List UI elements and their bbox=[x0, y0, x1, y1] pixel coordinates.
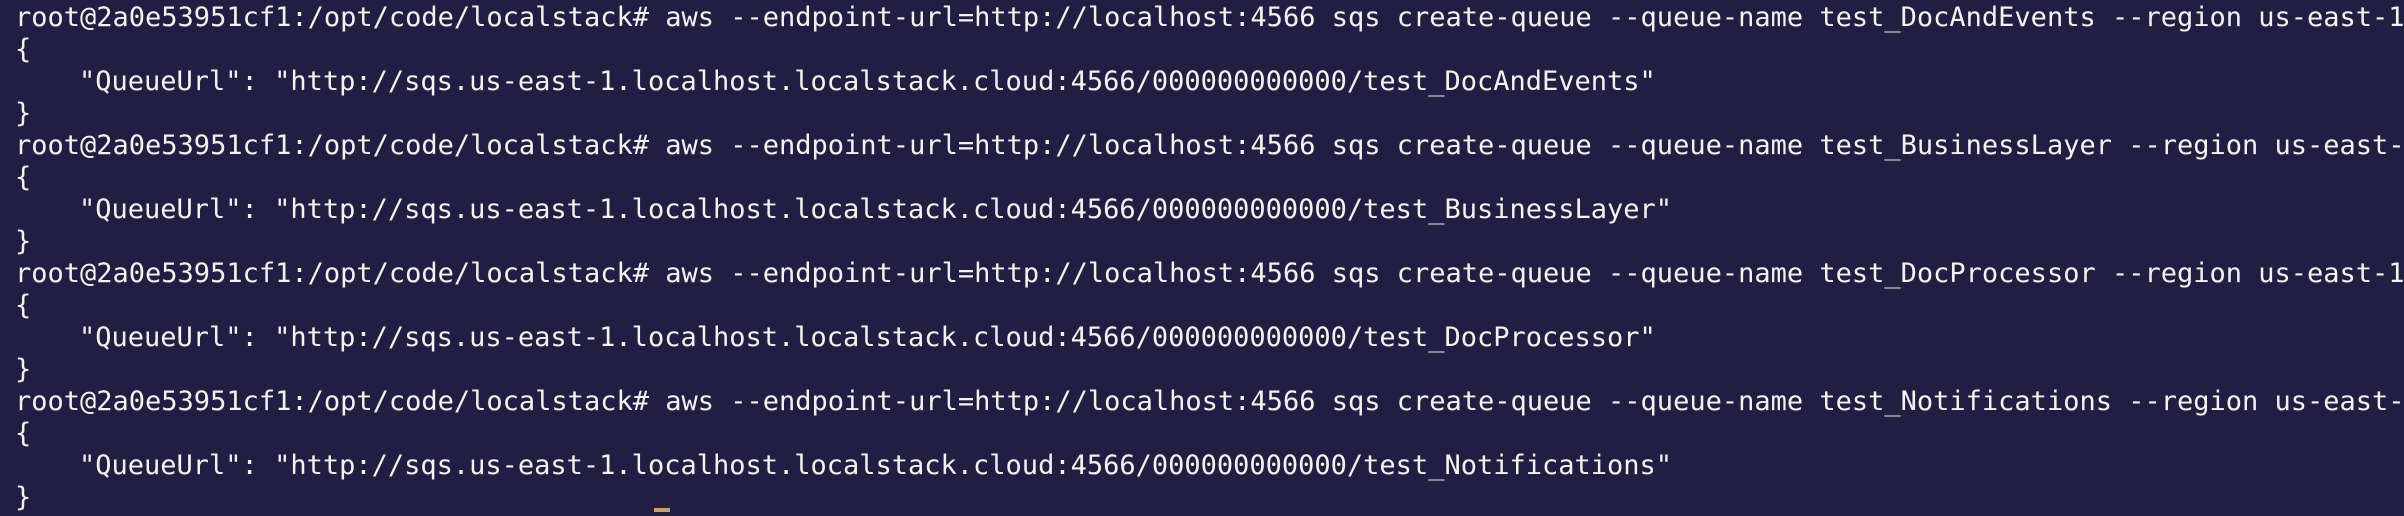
command-text: aws --endpoint-url=http://localhost:4566… bbox=[665, 130, 2404, 161]
json-open-brace: { bbox=[15, 418, 32, 449]
command-line: root@2a0e53951cf1:/opt/code/localstack# … bbox=[15, 130, 2404, 162]
json-open-brace: { bbox=[15, 162, 32, 193]
queue-url-line: "QueueUrl": "http://sqs.us-east-1.localh… bbox=[79, 194, 1673, 225]
json-open-brace: { bbox=[15, 34, 32, 65]
shell-prompt: root@2a0e53951cf1:/opt/code/localstack# bbox=[15, 130, 649, 161]
queue-url-line: "QueueUrl": "http://sqs.us-east-1.localh… bbox=[79, 322, 1656, 353]
text-cursor bbox=[654, 508, 670, 512]
json-close-brace: } bbox=[15, 354, 32, 385]
command-line: root@2a0e53951cf1:/opt/code/localstack# … bbox=[15, 258, 2404, 290]
shell-prompt: root@2a0e53951cf1:/opt/code/localstack# bbox=[15, 258, 649, 289]
command-line: root@2a0e53951cf1:/opt/code/localstack# … bbox=[15, 386, 2404, 418]
command-text: aws --endpoint-url=http://localhost:4566… bbox=[665, 258, 2404, 289]
command-text: aws --endpoint-url=http://localhost:4566… bbox=[665, 2, 2404, 33]
command-line: root@2a0e53951cf1:/opt/code/localstack# … bbox=[15, 2, 2404, 34]
json-close-brace: } bbox=[15, 482, 32, 513]
json-open-brace: { bbox=[15, 290, 32, 321]
shell-prompt: root@2a0e53951cf1:/opt/code/localstack# bbox=[15, 2, 649, 33]
terminal-window[interactable]: root@2a0e53951cf1:/opt/code/localstack# … bbox=[0, 0, 2404, 516]
shell-prompt: root@2a0e53951cf1:/opt/code/localstack# bbox=[15, 386, 649, 417]
queue-url-line: "QueueUrl": "http://sqs.us-east-1.localh… bbox=[79, 66, 1656, 97]
queue-url-line: "QueueUrl": "http://sqs.us-east-1.localh… bbox=[79, 450, 1673, 481]
command-text: aws --endpoint-url=http://localhost:4566… bbox=[665, 386, 2404, 417]
json-close-brace: } bbox=[15, 226, 32, 257]
json-close-brace: } bbox=[15, 98, 32, 129]
